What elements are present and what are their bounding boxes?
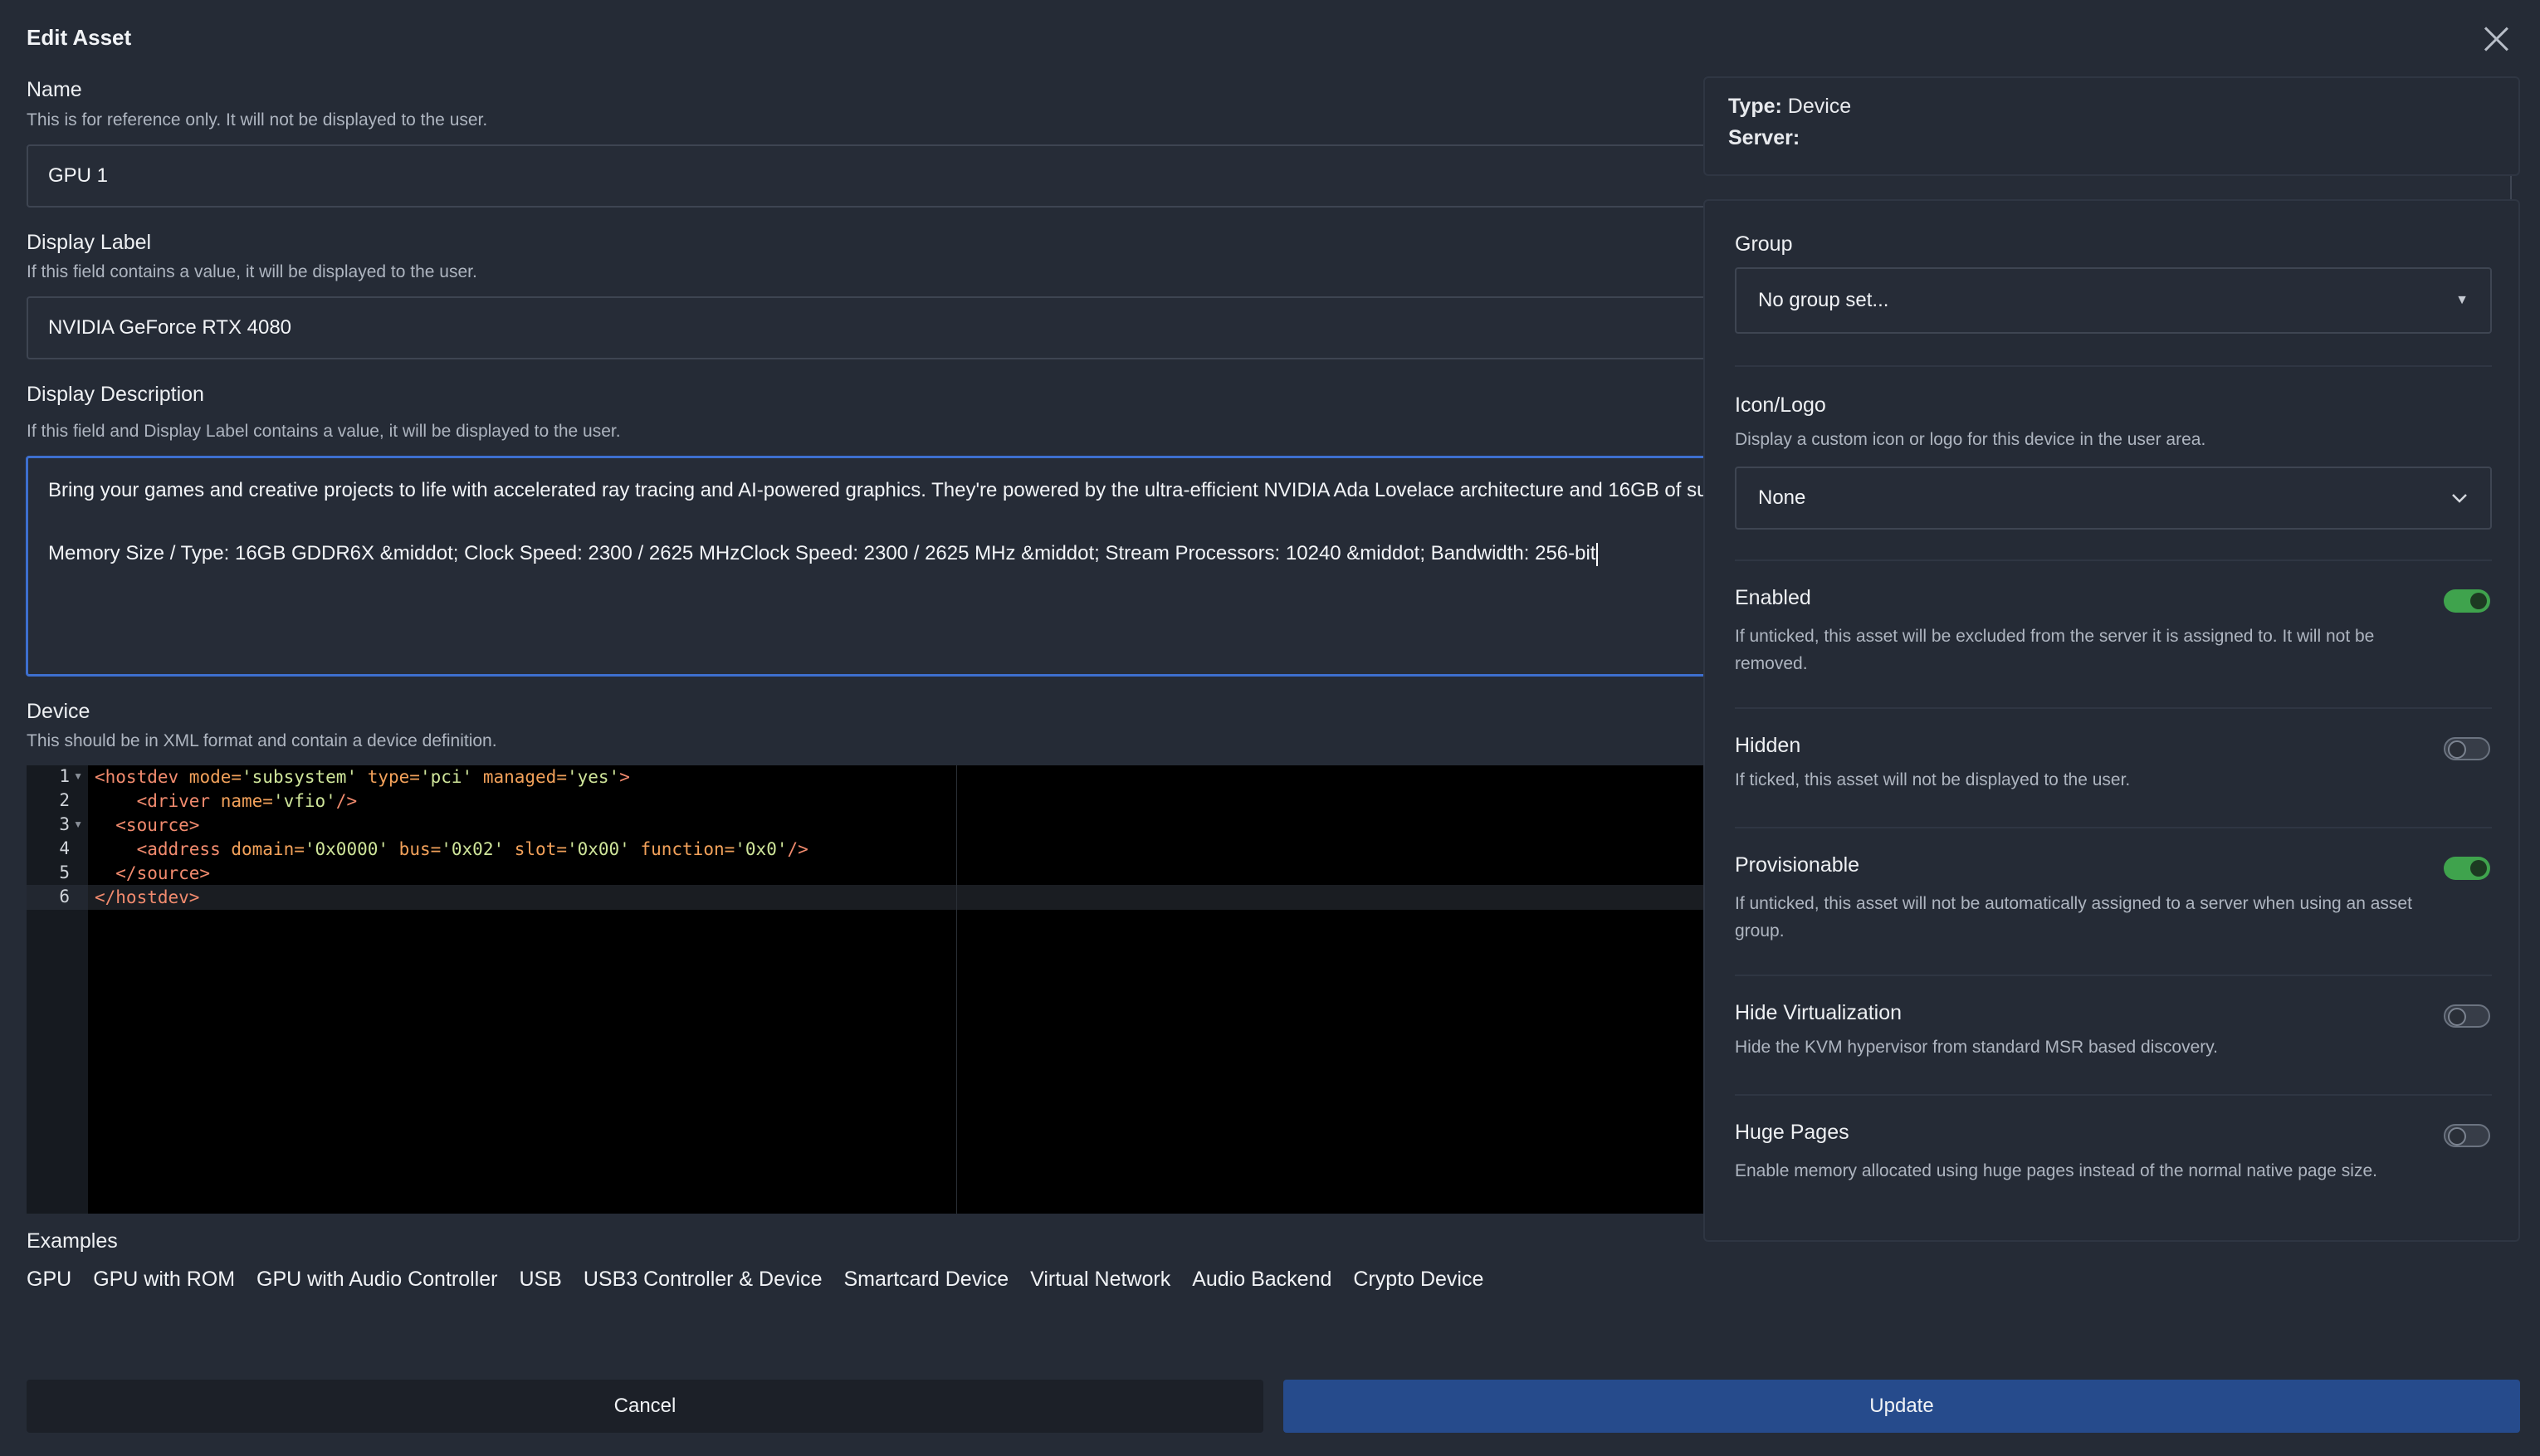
line-number: 5	[59, 862, 70, 882]
toggle-knob	[2470, 593, 2487, 609]
toggle-provisionable-hint: If unticked, this asset will not be auto…	[1735, 894, 2412, 941]
fold-arrow-icon[interactable]: ▼	[73, 818, 83, 830]
examples-label: Examples	[27, 1229, 118, 1253]
divider	[1735, 975, 2492, 976]
line-number: 1	[59, 766, 70, 786]
line-number: 4	[59, 838, 70, 858]
name-hint: This is for reference only. It will not …	[27, 110, 488, 129]
icon-logo-select[interactable]: None	[1735, 467, 2492, 530]
toggle-huge-pages-label: Huge Pages	[1735, 1121, 1849, 1144]
chevron-down-icon	[2452, 494, 2467, 503]
display-label-input-value: NVIDIA GeForce RTX 4080	[48, 316, 292, 339]
toggle-hidden-hint: If ticked, this asset will not be displa…	[1735, 770, 2131, 789]
divider	[1735, 559, 2492, 561]
group-select[interactable]: No group set... ▼	[1735, 267, 2492, 334]
name-label: Name	[27, 78, 82, 101]
example-gpu-with-audio-controller-link[interactable]: GPU with Audio Controller	[256, 1268, 497, 1291]
example-smartcard-device-link[interactable]: Smartcard Device	[843, 1268, 1009, 1291]
toggle-hide-virtualization-hint: Hide the KVM hypervisor from standard MS…	[1735, 1038, 2219, 1057]
icon-logo-hint: Display a custom icon or logo for this d…	[1735, 430, 2206, 449]
huge-pages-toggle[interactable]	[2444, 1124, 2490, 1147]
display-description-hint: If this field and Display Label contains…	[27, 422, 621, 441]
toggle-knob	[2448, 740, 2466, 759]
hidden-toggle[interactable]	[2444, 737, 2490, 760]
asset-settings-panel: Group No group set... ▼ Icon/Logo Displa…	[1703, 199, 2520, 1242]
close-icon[interactable]	[2482, 25, 2510, 53]
text-caret	[1596, 542, 1599, 566]
update-button[interactable]: Update	[1283, 1380, 2520, 1433]
divider	[1735, 1094, 2492, 1096]
toggle-hide-virtualization-label: Hide Virtualization	[1735, 1001, 1903, 1024]
toggle-enabled-label: Enabled	[1735, 586, 1811, 609]
icon-logo-select-value: None	[1758, 486, 1806, 509]
group-select-value: No group set...	[1758, 289, 1889, 311]
example-gpu-link[interactable]: GPU	[27, 1268, 71, 1291]
type-label: Type:	[1728, 95, 1782, 118]
code-line-5: </source>	[95, 863, 211, 883]
server-row: Server:	[1728, 126, 1800, 150]
example-virtual-network-link[interactable]: Virtual Network	[1030, 1268, 1170, 1291]
code-line-6: </hostdev>	[95, 887, 200, 907]
examples-list: GPU GPU with ROM GPU with Audio Controller…	[27, 1268, 1505, 1292]
display-label-label: Display Label	[27, 231, 152, 254]
device-hint: This should be in XML format and contain…	[27, 731, 497, 750]
line-number: 2	[59, 790, 70, 810]
code-line-2: <driver name='vfio'/>	[95, 791, 358, 811]
asset-info-panel: Type: Device Server:	[1703, 76, 2520, 176]
name-input-value: GPU 1	[48, 164, 109, 187]
divider	[1735, 365, 2492, 367]
type-row: Type: Device	[1728, 95, 1851, 119]
dialog-title: Edit Asset	[27, 25, 132, 50]
line-number: 6	[59, 887, 70, 906]
display-description-label: Display Description	[27, 383, 204, 406]
device-label: Device	[27, 700, 90, 723]
gutter-active-line	[27, 885, 88, 910]
example-crypto-device-link[interactable]: Crypto Device	[1353, 1268, 1483, 1291]
toggle-knob	[2470, 860, 2487, 877]
display-label-hint: If this field contains a value, it will …	[27, 262, 477, 281]
provisionable-toggle[interactable]	[2444, 857, 2490, 880]
icon-logo-label: Icon/Logo	[1735, 393, 1826, 417]
line-number: 3	[59, 814, 70, 834]
example-usb-link[interactable]: USB	[519, 1268, 561, 1291]
server-label: Server:	[1728, 126, 1800, 149]
toggle-huge-pages-hint: Enable memory allocated using huge pages…	[1735, 1161, 2377, 1180]
code-line-4: <address domain='0x0000' bus='0x02' slot…	[95, 839, 808, 859]
update-button-label: Update	[1869, 1395, 1934, 1417]
toggle-enabled-hint: If unticked, this asset will be excluded…	[1735, 627, 2375, 673]
enabled-toggle[interactable]	[2444, 589, 2490, 613]
toggle-knob	[2448, 1008, 2466, 1026]
group-label: Group	[1735, 232, 1793, 256]
divider	[1735, 707, 2492, 709]
type-value: Device	[1787, 95, 1852, 118]
editor-gutter: 1 ▼ 2 3 ▼ 4 5 6	[27, 765, 88, 1214]
cancel-button[interactable]: Cancel	[27, 1380, 1263, 1433]
example-gpu-with-rom-link[interactable]: GPU with ROM	[93, 1268, 235, 1291]
cancel-button-label: Cancel	[613, 1395, 677, 1417]
editor-print-margin	[956, 765, 957, 1214]
toggle-provisionable-label: Provisionable	[1735, 853, 1860, 877]
code-line-1: <hostdev mode='subsystem' type='pci' man…	[95, 767, 630, 787]
caret-down-icon: ▼	[2455, 293, 2469, 307]
code-line-3: <source>	[95, 815, 200, 835]
divider	[1735, 827, 2492, 828]
example-audio-backend-link[interactable]: Audio Backend	[1192, 1268, 1331, 1291]
toggle-hidden-label: Hidden	[1735, 734, 1801, 757]
example-usb3-controller-link[interactable]: USB3 Controller & Device	[584, 1268, 823, 1291]
description-paragraph-2: Memory Size / Type: 16GB GDDR6X &middot;…	[48, 542, 1596, 564]
hide-virtualization-toggle[interactable]	[2444, 1004, 2490, 1028]
toggle-knob	[2448, 1127, 2466, 1146]
fold-arrow-icon[interactable]: ▼	[73, 770, 83, 782]
